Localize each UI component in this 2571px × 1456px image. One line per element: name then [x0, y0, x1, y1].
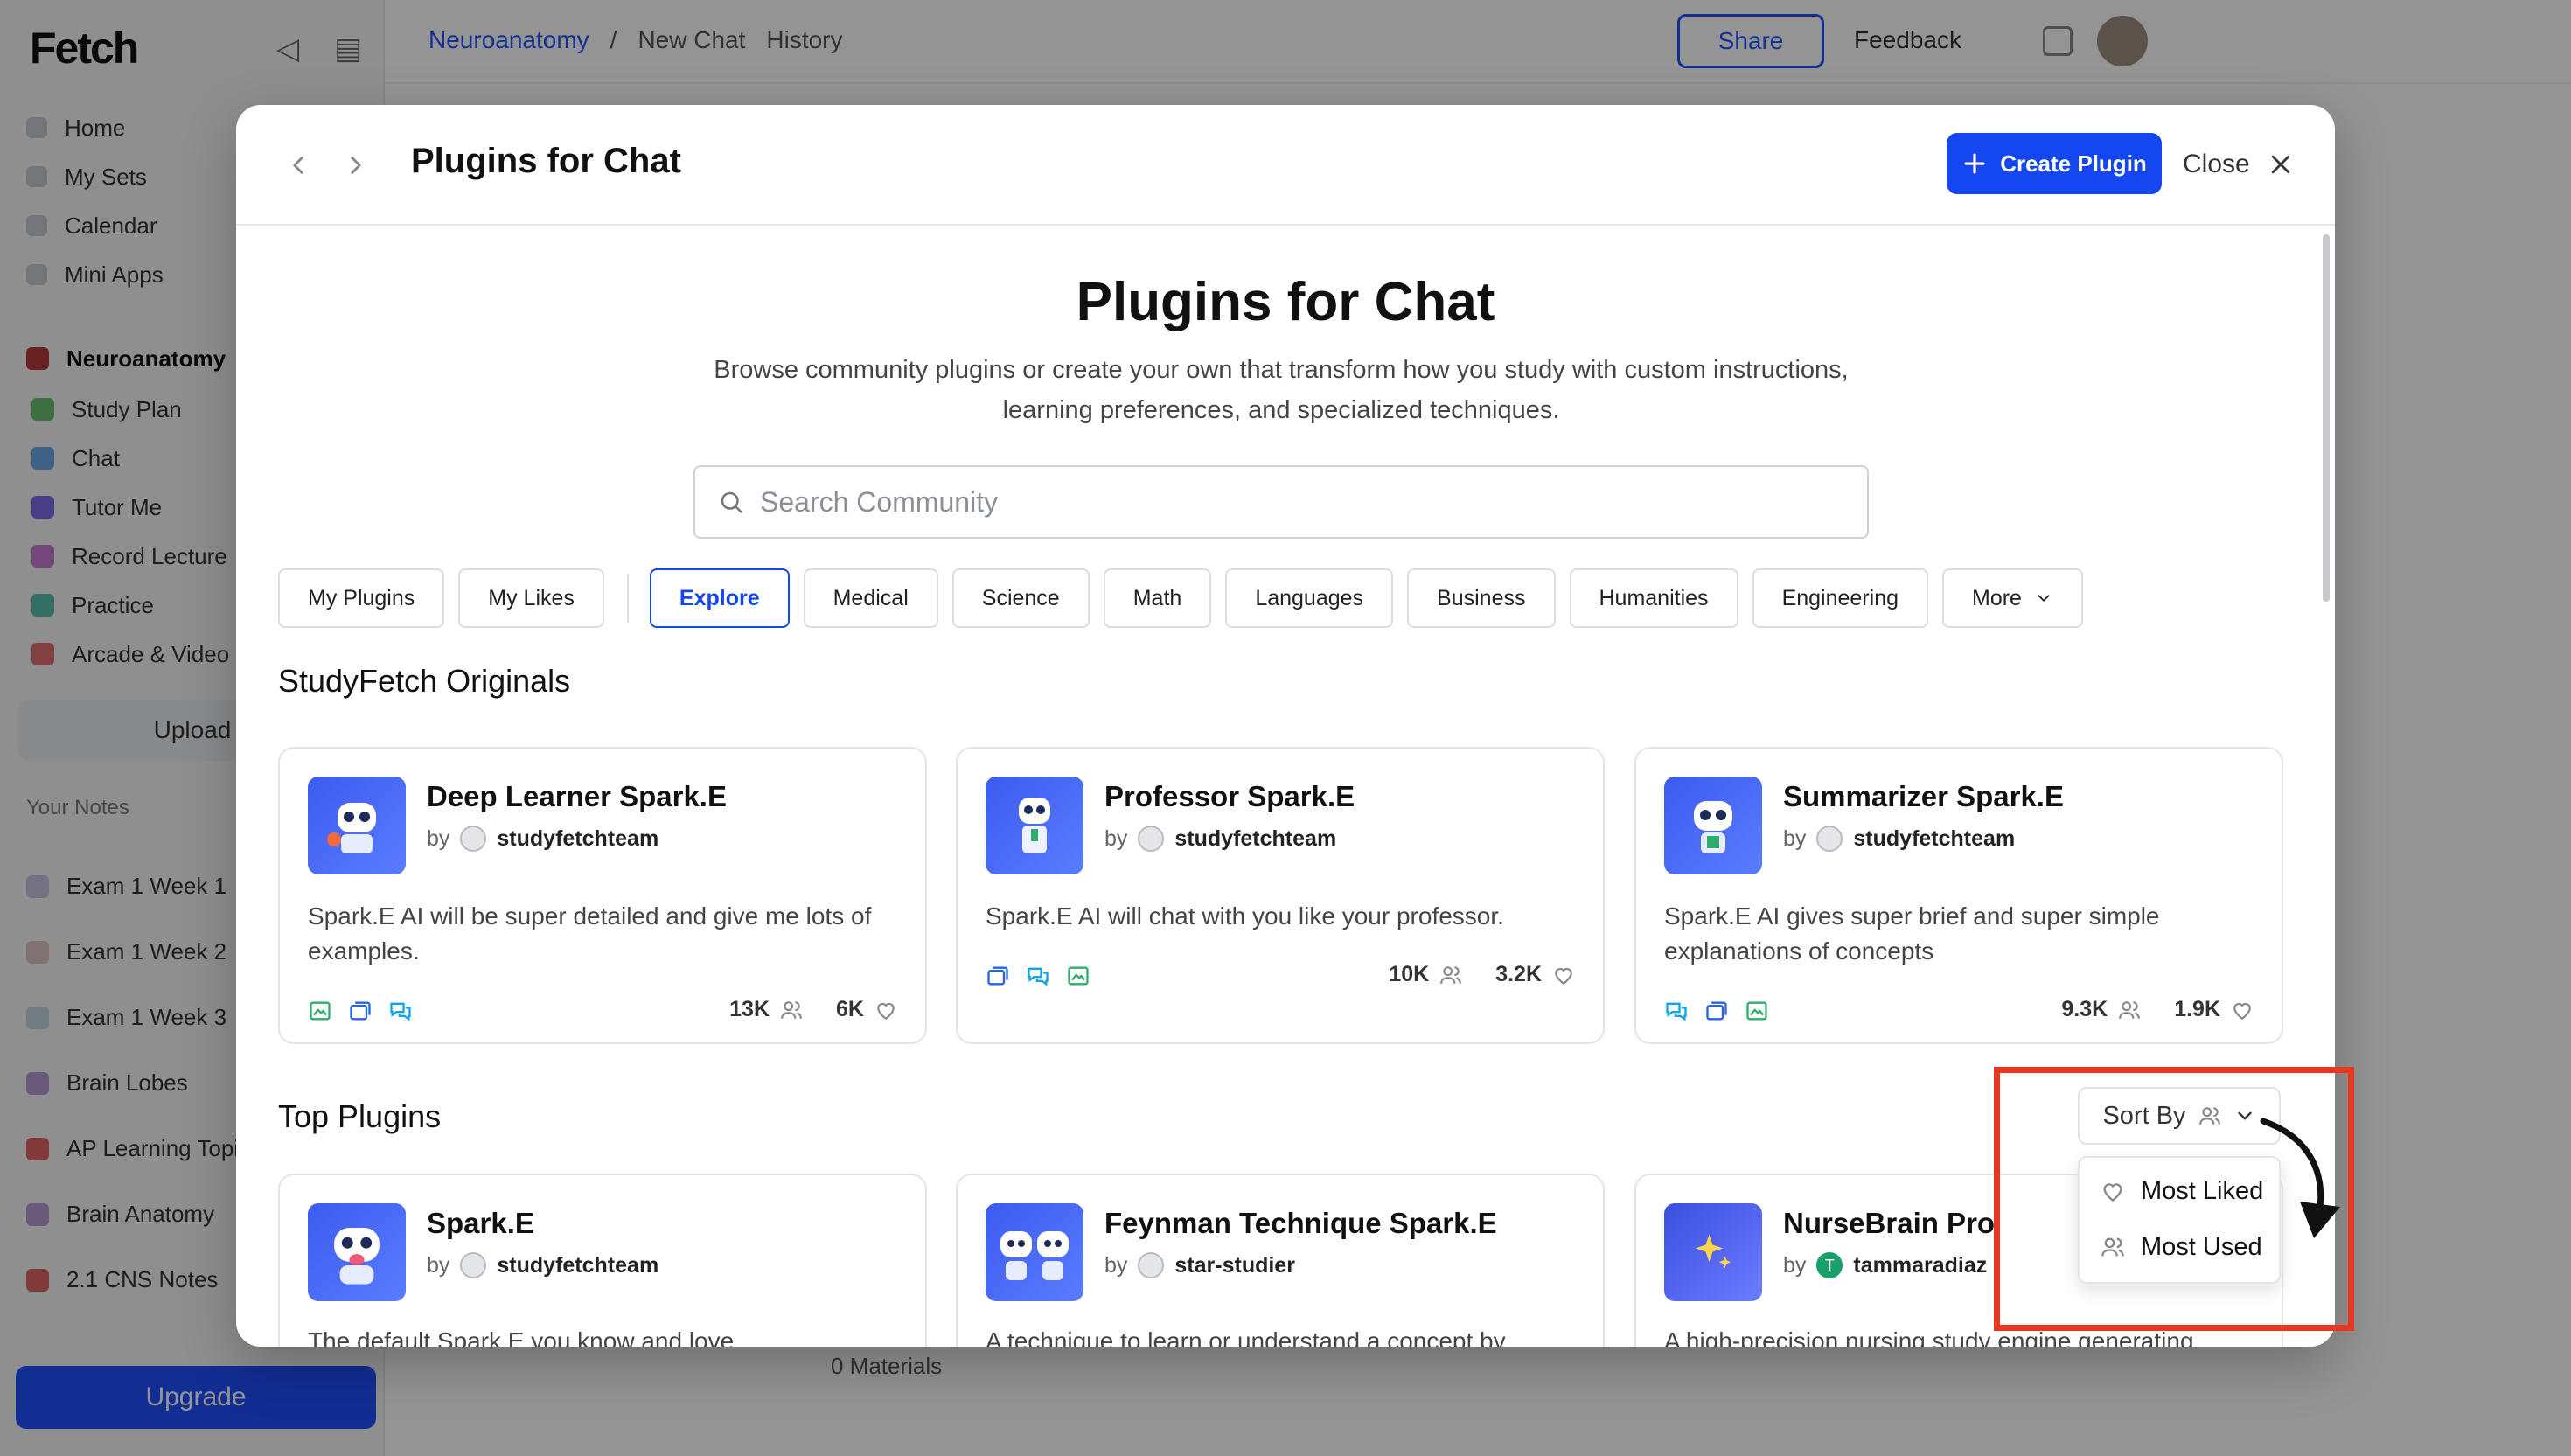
- robot-summarizer-icon: [1694, 801, 1732, 853]
- plugin-card[interactable]: Summarizer Spark.E by studyfetchteam Spa…: [1634, 747, 2283, 1044]
- plugin-description: Spark.E AI will be super detailed and gi…: [308, 902, 872, 965]
- annotation-arrow-icon: [2260, 1118, 2340, 1238]
- author-avatar: [1138, 1252, 1165, 1278]
- tab-more[interactable]: More: [1942, 568, 2083, 628]
- uses-count: 13K: [729, 997, 770, 1021]
- plugin-avatar: [1664, 777, 1762, 874]
- plugin-title: Deep Learner Spark.E: [427, 780, 727, 812]
- close-button[interactable]: Close: [2183, 143, 2294, 185]
- feature-icons: [1664, 999, 1769, 1023]
- author-avatar: [460, 826, 487, 852]
- tab-divider: [626, 574, 629, 623]
- chevron-left-icon: [293, 157, 303, 174]
- feature-icons: [986, 964, 1090, 988]
- uses-count: 10K: [1389, 962, 1430, 986]
- chat-bubbles-icon: [1666, 1002, 1687, 1021]
- plugin-title: Summarizer Spark.E: [1783, 780, 2064, 812]
- plugin-author: by studyfetchteam: [1104, 826, 1337, 852]
- cards-icon: [987, 966, 1008, 986]
- image-icon: [310, 1001, 331, 1021]
- modal-header: Plugins for Chat Create Plugin Close: [236, 105, 2335, 226]
- plugin-avatar: [986, 1203, 1083, 1301]
- search-icon: [721, 491, 742, 513]
- cards-icon: [350, 1001, 371, 1021]
- users-icon: [781, 1000, 802, 1019]
- tab-humanities[interactable]: Humanities: [1569, 568, 1738, 628]
- robot-teacher-icon: [327, 803, 376, 853]
- users-icon: [1440, 965, 1462, 984]
- plugin-author: by studyfetchteam: [427, 826, 659, 852]
- chevron-right-icon: [351, 157, 361, 174]
- plugin-card[interactable]: Deep Learner Spark.E by studyfetchteam S…: [278, 747, 927, 1044]
- author-avatar: [1816, 826, 1843, 852]
- plugin-avatar: [308, 1203, 406, 1301]
- plugin-stats: 13K 6K: [729, 997, 897, 1022]
- forward-button[interactable]: [334, 143, 378, 187]
- search-input[interactable]: [760, 485, 1809, 519]
- plugin-author: by star-studier: [1104, 1252, 1295, 1278]
- users-icon: [2119, 1000, 2141, 1019]
- likes-count: 1.9K: [2174, 997, 2220, 1021]
- sparkles-icon: [1695, 1234, 1731, 1268]
- plugin-description: A technique to learn or understand a con…: [986, 1327, 1506, 1347]
- category-tabs: My Plugins My Likes Explore Medical Scie…: [278, 568, 2097, 628]
- tab-my-plugins[interactable]: My Plugins: [278, 568, 445, 628]
- feature-icons: [308, 999, 413, 1023]
- cards-icon: [1706, 1001, 1727, 1021]
- plugin-stats: 9.3K 1.9K: [2061, 997, 2254, 1022]
- tab-engineering[interactable]: Engineering: [1752, 568, 1928, 628]
- plugin-avatar: [986, 777, 1083, 874]
- plugin-title: Spark.E: [427, 1207, 534, 1239]
- chat-bubbles-icon: [390, 1002, 411, 1021]
- uses-count: 9.3K: [2061, 997, 2108, 1021]
- plugin-avatar: [1664, 1203, 1762, 1301]
- author-avatar: T: [1816, 1252, 1843, 1278]
- image-icon: [1068, 966, 1089, 986]
- tab-science[interactable]: Science: [951, 568, 1090, 628]
- chat-bubbles-icon: [1028, 967, 1049, 986]
- plugin-author: by T tammaradiaz: [1783, 1252, 1988, 1278]
- plugin-stats: 10K 3.2K: [1389, 962, 1575, 987]
- tab-business[interactable]: Business: [1407, 568, 1556, 628]
- plugin-title: Feynman Technique Spark.E: [1104, 1207, 1497, 1239]
- search-box[interactable]: [693, 465, 1869, 539]
- plugin-author: by studyfetchteam: [427, 1252, 659, 1278]
- chevron-down-icon: [2038, 595, 2050, 602]
- tab-languages[interactable]: Languages: [1225, 568, 1394, 628]
- plugin-description: Spark.E AI gives super brief and super s…: [1664, 902, 2160, 965]
- tab-explore[interactable]: Explore: [649, 568, 790, 628]
- likes-count: 6K: [836, 997, 864, 1021]
- likes-count: 3.2K: [1495, 962, 1542, 986]
- modal-title: Plugins for Chat: [411, 142, 681, 180]
- plugin-title: NurseBrain Pro: [1783, 1207, 1996, 1239]
- tab-math[interactable]: Math: [1103, 568, 1212, 628]
- author-avatar: [460, 1252, 487, 1278]
- heart-icon[interactable]: [1552, 964, 1575, 986]
- heart-icon[interactable]: [2231, 999, 2254, 1021]
- plugin-description: The default Spark.E you know and love.: [308, 1327, 741, 1347]
- back-button[interactable]: [276, 143, 320, 187]
- plugin-author: by studyfetchteam: [1783, 826, 2016, 852]
- plugin-card[interactable]: Professor Spark.E by studyfetchteam Spar…: [956, 747, 1605, 1044]
- author-avatar: [1138, 826, 1165, 852]
- plugin-avatar: [308, 777, 406, 874]
- create-plugin-button[interactable]: Create Plugin: [1947, 133, 2162, 194]
- section-title-originals: StudyFetch Originals: [278, 663, 571, 699]
- close-icon: [2271, 155, 2289, 174]
- tab-medical[interactable]: Medical: [803, 568, 938, 628]
- plugin-card[interactable]: Spark.E by studyfetchteam The default Sp…: [278, 1174, 927, 1347]
- plus-icon: [1964, 153, 1985, 174]
- image-icon: [1746, 1001, 1767, 1021]
- robot-dog-icon: [334, 1228, 380, 1285]
- hero-title: Plugins for Chat: [1076, 272, 1495, 332]
- plugin-description: Spark.E AI will chat with you like your …: [986, 902, 1504, 930]
- tab-my-likes[interactable]: My Likes: [458, 568, 604, 628]
- robot-professor-icon: [1019, 798, 1050, 853]
- plugin-title: Professor Spark.E: [1104, 780, 1355, 812]
- plugin-card[interactable]: Feynman Technique Spark.E by star-studie…: [956, 1174, 1605, 1347]
- heart-icon[interactable]: [874, 999, 897, 1021]
- hero-description: Browse community plugins or create your …: [714, 356, 1849, 424]
- section-title-top: Top Plugins: [278, 1098, 442, 1134]
- robot-pair-icon: [1000, 1231, 1069, 1280]
